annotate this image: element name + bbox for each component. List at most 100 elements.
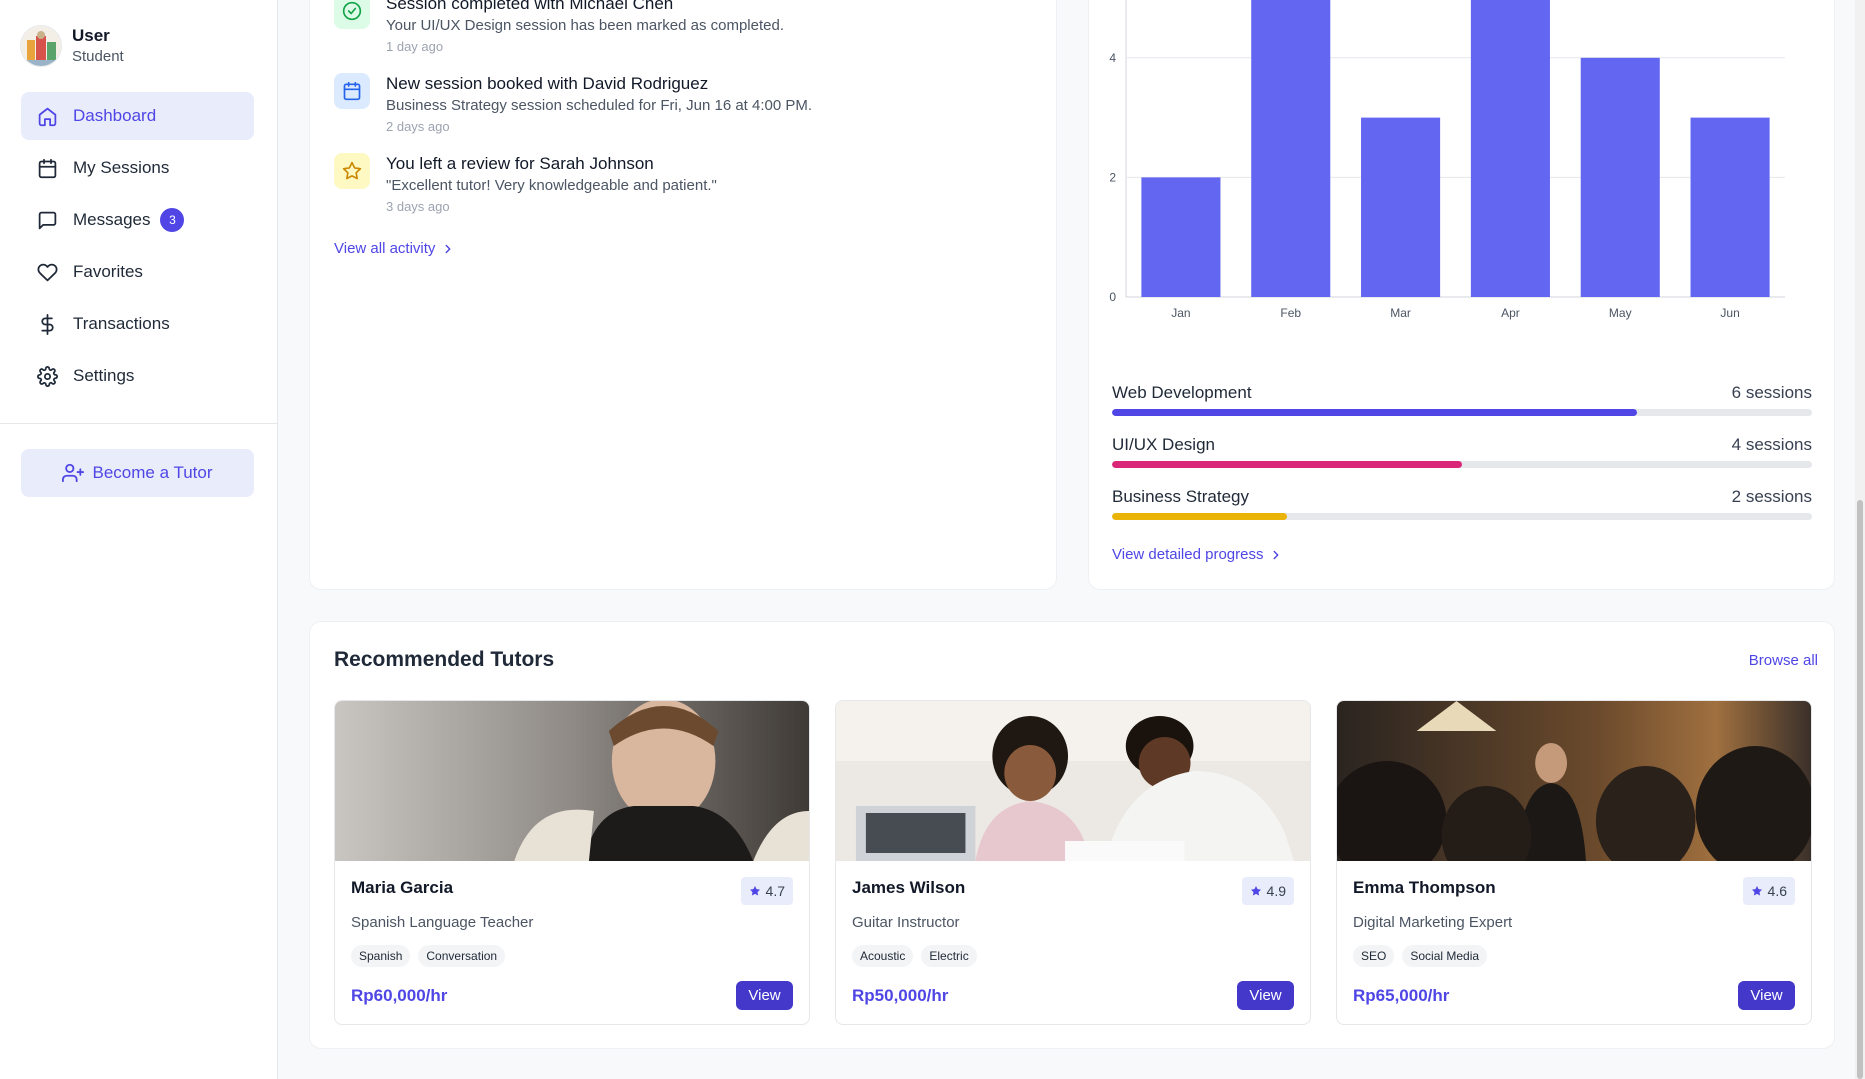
heart-icon xyxy=(37,263,58,281)
activity-description: "Excellent tutor! Very knowledgeable and… xyxy=(386,177,717,194)
rating-value: 4.7 xyxy=(765,883,785,899)
unread-badge: 3 xyxy=(160,208,185,232)
progress-fill xyxy=(1112,461,1462,468)
y-tick-label: 0 xyxy=(1109,290,1116,304)
calendar-icon xyxy=(343,81,361,101)
chevron-right-icon xyxy=(1274,550,1279,559)
chevron-right-icon xyxy=(445,244,451,253)
learning-progress-card: 0 2 4 Jan Feb Mar Apr May Jun Web Development 6 … xyxy=(1088,0,1835,590)
rating-badge: 4.6 xyxy=(1742,877,1795,905)
x-tick-label: Mar xyxy=(1390,306,1411,320)
activity-time: 1 day ago xyxy=(386,39,444,54)
sidebar-item-label: My Sessions xyxy=(73,158,170,177)
star-icon xyxy=(1250,886,1261,896)
section-title: Recommended Tutors xyxy=(334,648,555,671)
browse-all-link[interactable]: Browse all xyxy=(1749,652,1818,669)
star-icon xyxy=(342,161,362,180)
sidebar-item-transactions[interactable]: Transactions xyxy=(21,300,254,348)
user-name: User xyxy=(72,26,110,45)
page-scrollbar[interactable] xyxy=(1855,0,1865,1079)
user-profile[interactable]: User Student xyxy=(20,25,124,67)
sidebar-item-my-sessions[interactable]: My Sessions xyxy=(21,144,254,192)
progress-track xyxy=(1112,409,1812,416)
sidebar-item-label: Messages xyxy=(73,210,151,229)
recommended-tutors-card: Recommended Tutors Browse all Maria Garc… xyxy=(309,621,1835,1049)
activity-icon-wrap xyxy=(334,73,370,109)
view-detailed-progress-label: View detailed progress xyxy=(1112,546,1264,563)
sidebar-item-settings[interactable]: Settings xyxy=(21,352,254,400)
recent-activity-card: Session completed with Michael Chen Your… xyxy=(309,0,1057,590)
tutor-card[interactable]: James Wilson 4.9 Guitar Instructor Acous… xyxy=(835,700,1311,1025)
tag: Conversation xyxy=(418,945,506,967)
view-all-activity-link[interactable]: View all activity xyxy=(334,240,455,257)
sidebar-item-label: Favorites xyxy=(73,262,143,281)
tutor-role: Guitar Instructor xyxy=(852,914,960,931)
progress-fill xyxy=(1112,409,1637,416)
progress-row: Business Strategy 2 sessions xyxy=(1112,486,1812,520)
tutor-photo xyxy=(335,701,809,861)
activity-time: 2 days ago xyxy=(386,119,450,134)
tutor-price: Rp65,000/hr xyxy=(1353,986,1450,1005)
progress-track xyxy=(1112,513,1812,520)
sidebar-item-favorites[interactable]: Favorites xyxy=(21,248,254,296)
user-role: Student xyxy=(72,48,124,65)
gear-icon xyxy=(37,365,58,387)
chart-bar xyxy=(1470,0,1550,297)
activity-icon-wrap xyxy=(334,0,370,29)
message-icon xyxy=(38,211,57,229)
sidebar: User Student Dashboard My Sessions Messa… xyxy=(0,0,278,1079)
progress-row: Web Development 6 sessions xyxy=(1112,382,1812,416)
activity-item: Session completed with Michael Chen Your… xyxy=(334,0,784,56)
star-icon xyxy=(1751,886,1762,896)
progress-row: UI/UX Design 4 sessions xyxy=(1112,434,1812,468)
rating-value: 4.9 xyxy=(1266,883,1286,899)
sidebar-item-dashboard[interactable]: Dashboard xyxy=(21,92,254,140)
tutor-role: Digital Marketing Expert xyxy=(1353,914,1513,931)
progress-count: 2 sessions xyxy=(1731,487,1812,506)
tag: SEO xyxy=(1353,945,1395,967)
user-plus-icon xyxy=(62,463,85,483)
chart-bar xyxy=(1141,177,1221,297)
x-tick-label: Jan xyxy=(1171,306,1190,320)
rating-value: 4.6 xyxy=(1767,883,1787,899)
tutor-card[interactable]: Emma Thompson 4.6 Digital Marketing Expe… xyxy=(1336,700,1812,1025)
activity-title: You left a review for Sarah Johnson xyxy=(386,154,654,173)
x-tick-label: May xyxy=(1609,306,1632,320)
tutor-name: Maria Garcia xyxy=(351,878,454,897)
chart-bar xyxy=(1580,57,1660,297)
rating-badge: 4.9 xyxy=(1241,877,1294,905)
check-circle-icon xyxy=(342,1,362,21)
tag-list: Spanish Conversation xyxy=(351,945,513,967)
tutor-price: Rp60,000/hr xyxy=(351,986,448,1005)
tutor-card[interactable]: Maria Garcia 4.7 Spanish Language Teache… xyxy=(334,700,810,1025)
tutor-role: Spanish Language Teacher xyxy=(351,914,534,931)
progress-label: Business Strategy xyxy=(1112,487,1250,506)
y-tick-label: 4 xyxy=(1109,51,1116,65)
view-tutor-button[interactable]: View xyxy=(1738,981,1795,1010)
activity-item: New session booked with David Rodriguez … xyxy=(334,73,812,136)
activity-title: New session booked with David Rodriguez xyxy=(386,74,709,93)
sidebar-item-label: Transactions xyxy=(73,314,170,333)
become-tutor-button[interactable]: Become a Tutor xyxy=(21,449,254,497)
chart-bar xyxy=(1251,0,1331,297)
view-tutor-button[interactable]: View xyxy=(1237,981,1294,1010)
tag-list: Acoustic Electric xyxy=(852,945,985,967)
sessions-bar-chart: 0 2 4 Jan Feb Mar Apr May Jun xyxy=(1109,0,1785,320)
activity-description: Your UI/UX Design session has been marke… xyxy=(386,17,784,34)
view-tutor-button[interactable]: View xyxy=(736,981,793,1010)
view-detailed-progress-link[interactable]: View detailed progress xyxy=(1112,546,1283,563)
sidebar-item-label: Dashboard xyxy=(73,106,157,125)
progress-label: UI/UX Design xyxy=(1112,435,1215,454)
tag: Electric xyxy=(921,945,977,967)
scrollbar-thumb[interactable] xyxy=(1857,500,1863,1079)
activity-time: 3 days ago xyxy=(386,199,450,214)
activity-title: Session completed with Michael Chen xyxy=(386,0,674,13)
calendar-icon xyxy=(38,158,57,178)
x-tick-label: Apr xyxy=(1501,306,1520,320)
sidebar-divider xyxy=(0,423,278,424)
sidebar-item-messages[interactable]: Messages 3 xyxy=(21,196,254,244)
become-tutor-label: Become a Tutor xyxy=(92,463,213,482)
tag: Acoustic xyxy=(852,945,914,967)
tag-list: SEO Social Media xyxy=(1353,945,1495,967)
activity-description: Business Strategy session scheduled for … xyxy=(386,97,813,114)
